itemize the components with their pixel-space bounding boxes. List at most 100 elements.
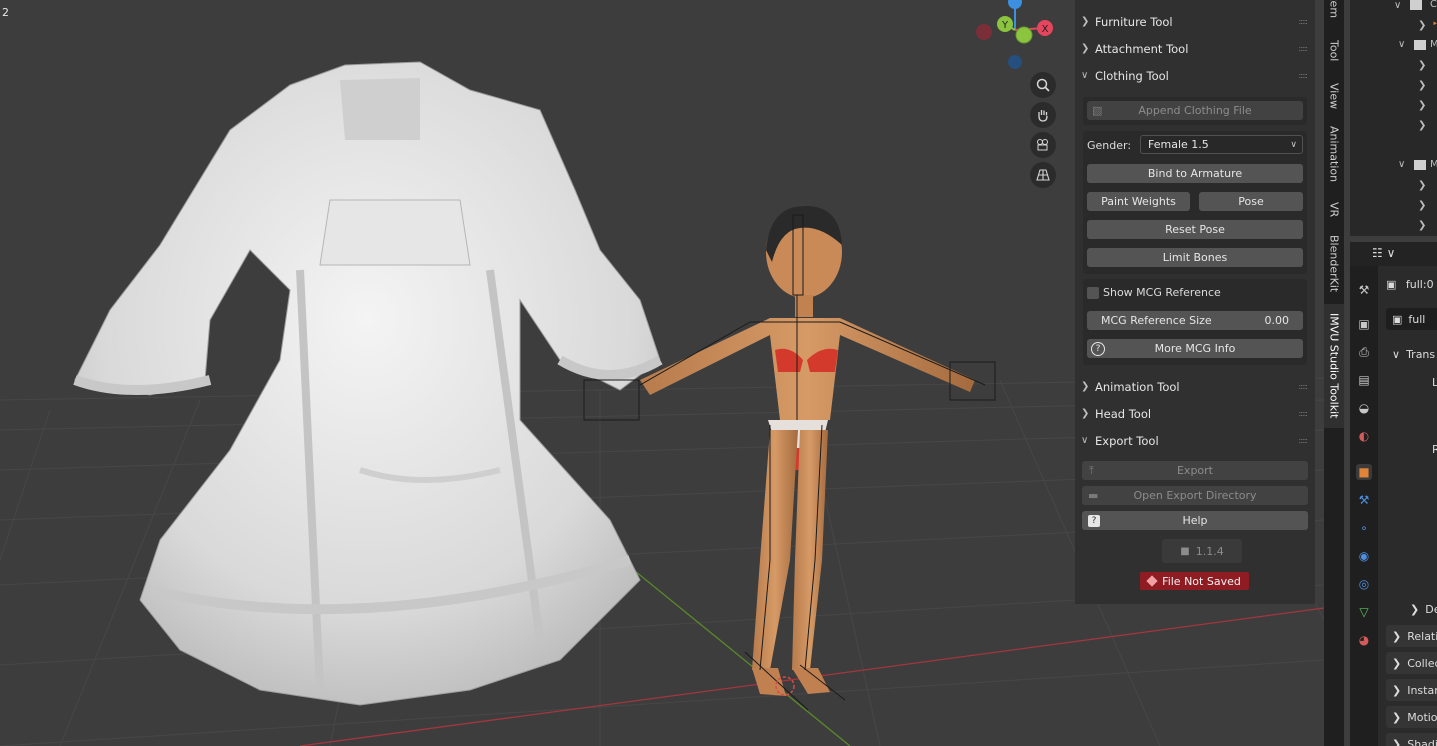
tab-view[interactable]: View	[1324, 78, 1344, 114]
panel-transform[interactable]: ∨ Trans	[1386, 343, 1437, 365]
chevron-right-icon: ❯	[1392, 737, 1402, 746]
shirt-icon: ▧	[1092, 104, 1103, 117]
physics-icon[interactable]: ◉	[1356, 548, 1372, 564]
armature-icon: ‣	[1432, 19, 1437, 30]
drag-grip-icon[interactable]: :::::	[1299, 71, 1309, 80]
more-mcg-info-button[interactable]: ? More MCG Info	[1087, 339, 1303, 358]
outliner-row[interactable]: ❯	[1350, 76, 1437, 96]
head-tool-header[interactable]: ❯ Head Tool :::::	[1075, 400, 1315, 427]
attachment-tool-label: Attachment Tool	[1095, 41, 1189, 56]
outliner-row[interactable]: ❯	[1350, 176, 1437, 196]
constraints-icon[interactable]: ◎	[1356, 576, 1372, 592]
world-icon[interactable]: ◐	[1356, 428, 1372, 444]
orientation-gizmo[interactable]: X Y	[970, 0, 1060, 75]
perspective-grid-icon[interactable]	[1030, 162, 1056, 188]
furniture-tool-header[interactable]: ❯ Furniture Tool :::::	[1075, 8, 1315, 35]
limit-bones-button[interactable]: Limit Bones	[1087, 248, 1303, 267]
drag-grip-icon[interactable]: :::::	[1299, 436, 1309, 445]
head-tool-label: Head Tool	[1095, 406, 1152, 421]
panel-motion-paths[interactable]: ❯ Motio	[1386, 706, 1437, 728]
panel-relations[interactable]: ❯Relatio	[1386, 625, 1437, 647]
panel-shading[interactable]: ❯ Shadi	[1386, 733, 1437, 746]
chevron-right-icon: ❯	[1410, 602, 1420, 616]
paint-weights-button[interactable]: Paint Weights	[1087, 192, 1190, 211]
output-icon[interactable]: ⎙	[1356, 344, 1372, 360]
help-button[interactable]: ? Help	[1082, 511, 1308, 530]
pose-button[interactable]: Pose	[1199, 192, 1303, 211]
tab-item[interactable]: Item	[1324, 0, 1344, 24]
drag-grip-icon[interactable]: :::::	[1299, 382, 1309, 391]
tab-animation[interactable]: Animation	[1324, 122, 1344, 186]
view-layer-icon[interactable]: ▤	[1356, 372, 1372, 388]
upload-icon: ⤒	[1089, 463, 1094, 477]
object-name-row[interactable]: ▣ full:0	[1386, 278, 1434, 291]
outliner-row[interactable]: ❯	[1350, 96, 1437, 116]
drag-grip-icon[interactable]: :::::	[1299, 44, 1309, 53]
chevron-right-icon: ❯	[1392, 683, 1402, 697]
tab-imvu-studio-toolkit[interactable]: IMVU Studio Toolkit	[1324, 304, 1344, 428]
frame-number: 2	[2, 6, 9, 19]
reset-pose-button[interactable]: Reset Pose	[1087, 220, 1303, 239]
object-icon[interactable]: ■	[1356, 464, 1372, 480]
tab-vr[interactable]: VR	[1324, 196, 1344, 224]
camera-icon[interactable]	[1030, 132, 1056, 158]
editor-type-icon[interactable]: ☷ ∨	[1372, 246, 1395, 260]
dress-model[interactable]	[73, 61, 663, 706]
help-circle-icon: ?	[1091, 341, 1105, 356]
panel-delta[interactable]: ❯ Del	[1404, 598, 1437, 620]
chevron-down-icon: ∨	[1392, 347, 1401, 361]
bind-to-armature-button[interactable]: Bind to Armature	[1087, 164, 1303, 183]
drag-grip-icon[interactable]: :::::	[1299, 17, 1309, 26]
chevron-right-icon: ❯	[1392, 710, 1402, 724]
chevron-down-icon: ∨	[1081, 70, 1089, 81]
render-icon[interactable]: ▣	[1356, 316, 1372, 332]
character-model[interactable]	[583, 205, 996, 711]
panel-collections[interactable]: ❯Collec	[1386, 652, 1437, 674]
show-mcg-reference-checkbox[interactable]	[1087, 287, 1099, 299]
panel-instancing[interactable]: ❯Instan	[1386, 679, 1437, 701]
chevron-down-icon: ∨	[1290, 139, 1297, 150]
outliner: ∨ C ❯ ‣ ∨ M ❯ ❯ ❯ ❯ ∨ M ❯ ❯ ❯	[1350, 0, 1437, 236]
hand-pan-icon[interactable]	[1030, 102, 1056, 128]
particles-icon[interactable]: ∘	[1356, 520, 1372, 536]
properties-tabs: ⚒ ▣ ⎙ ▤ ◒ ◐ ■ ⚒ ∘ ◉ ◎ ▽ ◕	[1350, 266, 1378, 746]
collection-icon	[1410, 0, 1422, 10]
tab-tool[interactable]: Tool	[1324, 32, 1344, 70]
outliner-row[interactable]: ❯ ‣	[1350, 16, 1437, 36]
mcg-reference-size-field[interactable]: MCG Reference Size 0.00	[1087, 311, 1303, 330]
chevron-down-icon: ∨	[1398, 159, 1406, 170]
object-data-icon[interactable]: ▽	[1356, 604, 1372, 620]
drag-grip-icon[interactable]: :::::	[1299, 409, 1309, 418]
gender-dropdown[interactable]: Female 1.5 ∨	[1140, 135, 1303, 154]
chevron-right-icon: ❯	[1081, 408, 1090, 419]
collection-icon	[1414, 160, 1426, 170]
outliner-row[interactable]: ∨ C	[1350, 0, 1437, 16]
export-button[interactable]: ⤒ Export	[1082, 461, 1308, 480]
outliner-row[interactable]: ❯	[1350, 56, 1437, 76]
outliner-row[interactable]: ∨ M	[1350, 36, 1437, 56]
file-not-saved-badge[interactable]: File Not Saved	[1140, 572, 1249, 590]
tool-icon[interactable]: ⚒	[1356, 282, 1372, 298]
outliner-row[interactable]: ❯	[1350, 116, 1437, 136]
location-label: L	[1432, 376, 1437, 389]
mcg-reference-box: Show MCG Reference MCG Reference Size 0.…	[1083, 279, 1307, 365]
properties-header: ☷ ∨	[1350, 242, 1437, 266]
append-clothing-file-button[interactable]: ▧ Append Clothing File	[1087, 101, 1303, 120]
chevron-right-icon: ❯	[1392, 656, 1402, 670]
clothing-tool-header[interactable]: ∨ Clothing Tool :::::	[1075, 62, 1315, 89]
outliner-row[interactable]: ❯	[1350, 196, 1437, 216]
attachment-tool-header[interactable]: ❯ Attachment Tool :::::	[1075, 35, 1315, 62]
chevron-right-icon: ❯	[1081, 381, 1090, 392]
export-tool-header[interactable]: ∨ Export Tool :::::	[1075, 427, 1315, 454]
datablock-selector[interactable]: ▣ full	[1386, 308, 1437, 330]
outliner-row[interactable]: ∨ M	[1350, 156, 1437, 176]
open-export-directory-button[interactable]: ▬ Open Export Directory	[1082, 486, 1308, 505]
tab-blenderkit[interactable]: BlenderKit	[1324, 232, 1344, 296]
zoom-icon[interactable]	[1030, 72, 1056, 98]
material-icon[interactable]: ◕	[1356, 632, 1372, 648]
scene-icon[interactable]: ◒	[1356, 400, 1372, 416]
outliner-row[interactable]: ❯	[1350, 216, 1437, 236]
folder-icon: ▬	[1088, 489, 1099, 502]
animation-tool-header[interactable]: ❯ Animation Tool :::::	[1075, 373, 1315, 400]
modifier-wrench-icon[interactable]: ⚒	[1356, 492, 1372, 508]
